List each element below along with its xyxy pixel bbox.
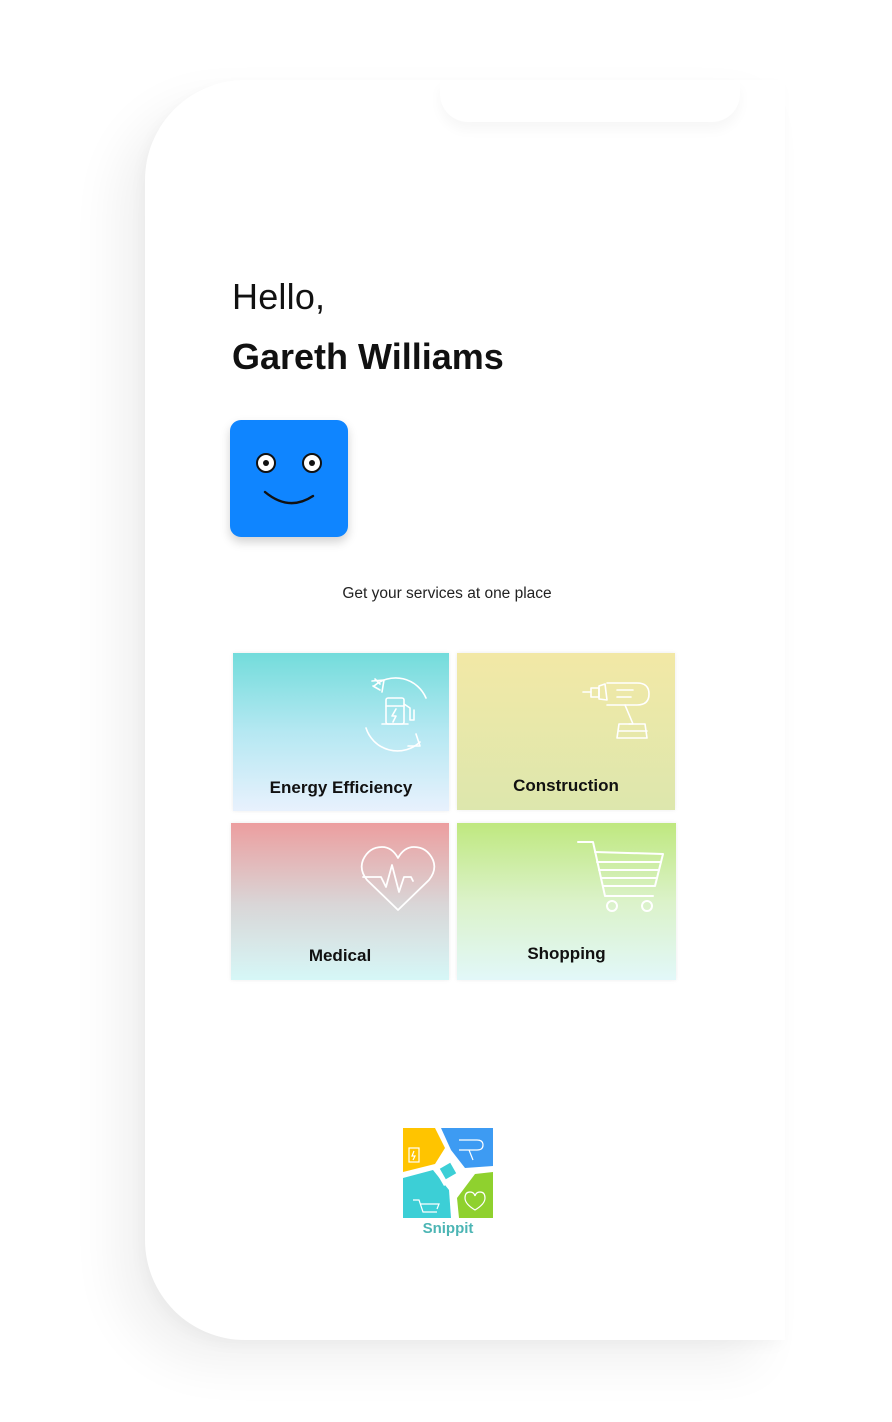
service-label: Medical	[308, 946, 372, 965]
phone-notch	[440, 80, 740, 122]
screen: Hello, Gareth Williams Get your services…	[0, 0, 892, 1422]
power-drill-icon	[582, 682, 650, 739]
brand-name: Snippit	[422, 1220, 474, 1237]
avatar[interactable]	[230, 420, 348, 537]
smiley-face-icon	[256, 453, 322, 505]
shopping-cart-icon	[577, 841, 664, 912]
snippit-logo-icon	[403, 1128, 493, 1218]
ev-charging-station-icon	[365, 677, 427, 752]
service-label: Energy Efficiency	[269, 778, 413, 797]
service-label: Shopping	[527, 944, 606, 963]
service-tile-medical[interactable]: Medical	[231, 823, 449, 980]
user-name: Gareth Williams	[232, 336, 504, 377]
service-tile-shopping[interactable]: Shopping	[457, 823, 676, 980]
service-tile-energy-efficiency[interactable]: Energy Efficiency	[233, 653, 449, 811]
heartbeat-icon	[360, 846, 436, 911]
service-label: Construction	[513, 776, 619, 795]
tagline: Get your services at one place	[342, 585, 552, 602]
service-tile-construction[interactable]: Construction	[457, 653, 675, 810]
greeting-text: Hello,	[232, 276, 326, 317]
